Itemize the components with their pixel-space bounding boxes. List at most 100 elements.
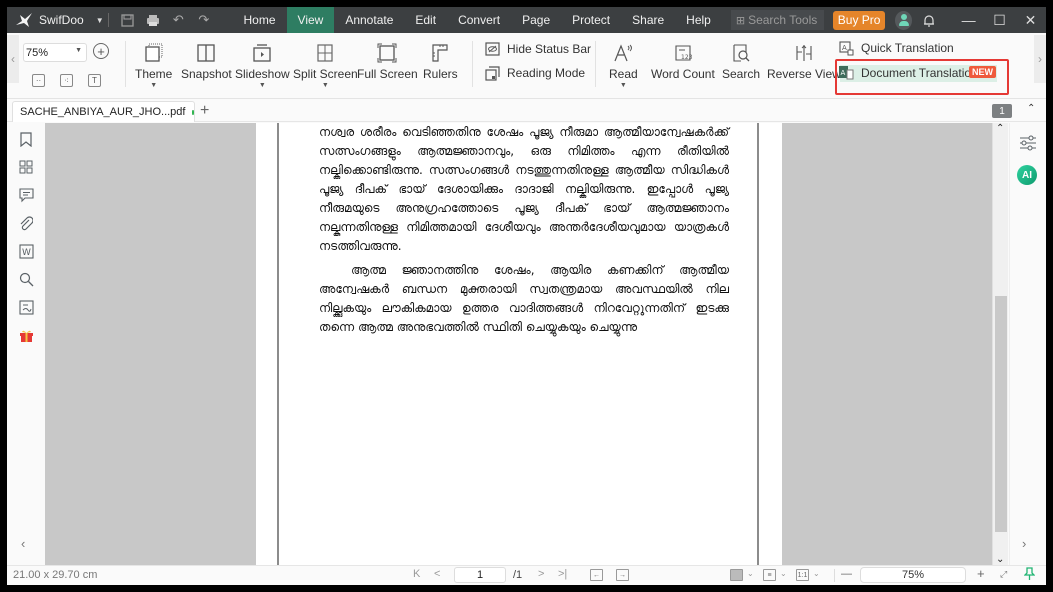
zoom-in-button[interactable]: + [977, 566, 985, 581]
page-layout-button[interactable]: ≡ [763, 569, 776, 581]
ribbon-scroll-left[interactable]: ‹ [7, 35, 19, 83]
scrollbar-thumb[interactable] [995, 296, 1007, 532]
sidebar-word[interactable]: W [18, 243, 34, 259]
chevron-down-icon: ⌄ [747, 569, 754, 578]
ruler-icon [432, 44, 448, 62]
search-tools-input[interactable]: ⊞ Search Tools [730, 10, 825, 30]
expand-right-sidebar-button[interactable]: › [1022, 536, 1026, 551]
scroll-up-icon[interactable]: ⌃ [996, 123, 1004, 134]
sidebar-thumbnails[interactable] [18, 159, 34, 175]
sidebar-comments[interactable] [18, 187, 34, 203]
prev-page-button[interactable]: < [434, 568, 440, 580]
sidebar-signatures[interactable] [18, 299, 34, 315]
chevron-down-icon: ▼ [150, 82, 158, 89]
paragraph: നശ്വര ശരീരം വെടിഞ്ഞതിനു ശേഷം പൂജ്യ നീരുമ… [319, 125, 729, 253]
search-button[interactable]: Search [722, 41, 760, 81]
scroll-down-icon[interactable]: ⌄ [996, 554, 1004, 565]
menu-convert[interactable]: Convert [447, 7, 511, 33]
hide-status-bar-button[interactable]: Hide Status Bar [484, 41, 591, 57]
text-select-button[interactable]: T [88, 74, 101, 87]
print-button[interactable] [140, 7, 166, 33]
slideshow-label: Slideshow [235, 67, 290, 81]
search-label: Search [722, 67, 761, 81]
first-page-button[interactable]: K [413, 568, 420, 580]
menu-page[interactable]: Page [511, 7, 561, 33]
new-tab-button[interactable]: + [200, 102, 209, 120]
ai-assistant-button[interactable]: AI [1017, 165, 1037, 185]
menu-help[interactable]: Help [675, 7, 722, 33]
page-text: നശ്വര ശരീരം വെടിഞ്ഞതിനു ശേഷം പൂജ്യ നീരുമ… [319, 123, 729, 337]
account-button[interactable] [895, 10, 913, 30]
close-button[interactable]: ✕ [1015, 7, 1046, 33]
ribbon-scroll-right[interactable]: › [1034, 35, 1046, 83]
actual-size-button[interactable]: 1:1 [796, 569, 809, 581]
minimize-button[interactable]: — [953, 7, 984, 33]
new-badge: NEW [969, 66, 996, 78]
buy-pro-button[interactable]: Buy Pro [833, 10, 886, 30]
document-tab-bar: SACHE_ANBIYA_AUR_JHO...pdf + 1 ⌃ [7, 100, 1046, 122]
properties-sliders-icon[interactable] [1019, 134, 1037, 152]
full-screen-button[interactable]: Full Screen [357, 41, 418, 81]
notifications-button[interactable] [920, 10, 938, 30]
menu-view[interactable]: View [286, 7, 335, 33]
last-page-button[interactable]: >| [558, 568, 567, 580]
split-screen-button[interactable]: Split Screen ▼ [293, 41, 358, 90]
app-menu-button[interactable]: SwifDoo ▼ [7, 12, 104, 28]
zoom-level-input[interactable]: 75% [860, 567, 966, 583]
pdf-page: നശ്വര ശരീരം വെടിഞ്ഞതിനു ശേഷം പൂജ്യ നീരുമ… [256, 123, 782, 565]
undo-button[interactable]: ↶ [166, 7, 192, 33]
gift-icon [19, 330, 33, 342]
read-button[interactable]: Read ▼ [609, 41, 638, 90]
close-icon: ✕ [1024, 11, 1037, 28]
menu-annotate[interactable]: Annotate [334, 7, 404, 33]
previous-view-button[interactable]: ← [590, 569, 603, 581]
fit-width-icon: ·· [35, 76, 42, 85]
split-screen-icon [317, 44, 333, 62]
document-canvas[interactable]: നശ്വര ശരീരം വെടിഞ്ഞതിനു ശേഷം പൂജ്യ നീരുമ… [45, 123, 992, 565]
collapse-left-sidebar-button[interactable]: ‹ [21, 536, 25, 551]
rulers-button[interactable]: Rulers [423, 41, 458, 81]
reverse-view-button[interactable]: Reverse View [767, 41, 841, 81]
sidebar-bookmarks[interactable] [18, 131, 34, 147]
slideshow-button[interactable]: Slideshow ▼ [235, 41, 290, 90]
quick-translation-icon: A [838, 40, 853, 55]
split-screen-label: Split Screen [293, 67, 358, 81]
maximize-button[interactable]: ☐ [984, 7, 1015, 33]
document-translation-button[interactable]: A Document Translation NEW [835, 59, 1009, 95]
pin-button[interactable] [1023, 567, 1036, 584]
background-color-button[interactable] [730, 569, 743, 581]
word-count-button[interactable]: 123 Word Count [651, 41, 715, 81]
sidebar-gift[interactable] [18, 327, 34, 343]
sidebar-search[interactable] [18, 271, 34, 287]
fit-width-button[interactable]: ·· [32, 74, 45, 87]
vertical-scrollbar[interactable]: ⌃ ⌄ [992, 123, 1008, 565]
menu-home[interactable]: Home [233, 7, 287, 33]
theme-button[interactable]: Theme ▼ [135, 41, 172, 90]
chevron-down-icon: ⌄ [780, 569, 787, 578]
menu-edit[interactable]: Edit [404, 7, 447, 33]
page-number-input[interactable]: 1 [454, 567, 506, 583]
zoom-select[interactable]: 75% ▼ [23, 43, 87, 62]
fullscreen-button[interactable]: ⤢ [1000, 569, 1007, 580]
fit-page-button[interactable]: ⁖ [60, 74, 73, 87]
next-page-button[interactable]: > [538, 568, 544, 580]
snapshot-button[interactable]: Snapshot [181, 41, 232, 81]
page-count-badge: 1 [992, 104, 1012, 118]
reading-mode-button[interactable]: Reading Mode [484, 65, 585, 81]
hide-status-bar-icon [484, 42, 500, 56]
menu-protect[interactable]: Protect [561, 7, 621, 33]
save-button[interactable] [115, 7, 141, 33]
quick-translation-button[interactable]: A Quick Translation [838, 40, 954, 56]
redo-button[interactable]: ↷ [191, 7, 217, 33]
search-icon [19, 272, 33, 286]
arrow-left-icon: ← [593, 571, 600, 579]
divider [595, 41, 596, 87]
document-tab[interactable]: SACHE_ANBIYA_AUR_JHO...pdf [12, 101, 195, 122]
sidebar-attachments[interactable] [18, 215, 34, 231]
snapshot-icon [197, 44, 216, 62]
zoom-out-button[interactable]: — [841, 568, 852, 580]
menu-share[interactable]: Share [621, 7, 675, 33]
zoom-in-button[interactable]: + [93, 43, 109, 59]
collapse-ribbon-button[interactable]: ⌃ [1027, 103, 1035, 114]
next-view-button[interactable]: → [616, 569, 629, 581]
